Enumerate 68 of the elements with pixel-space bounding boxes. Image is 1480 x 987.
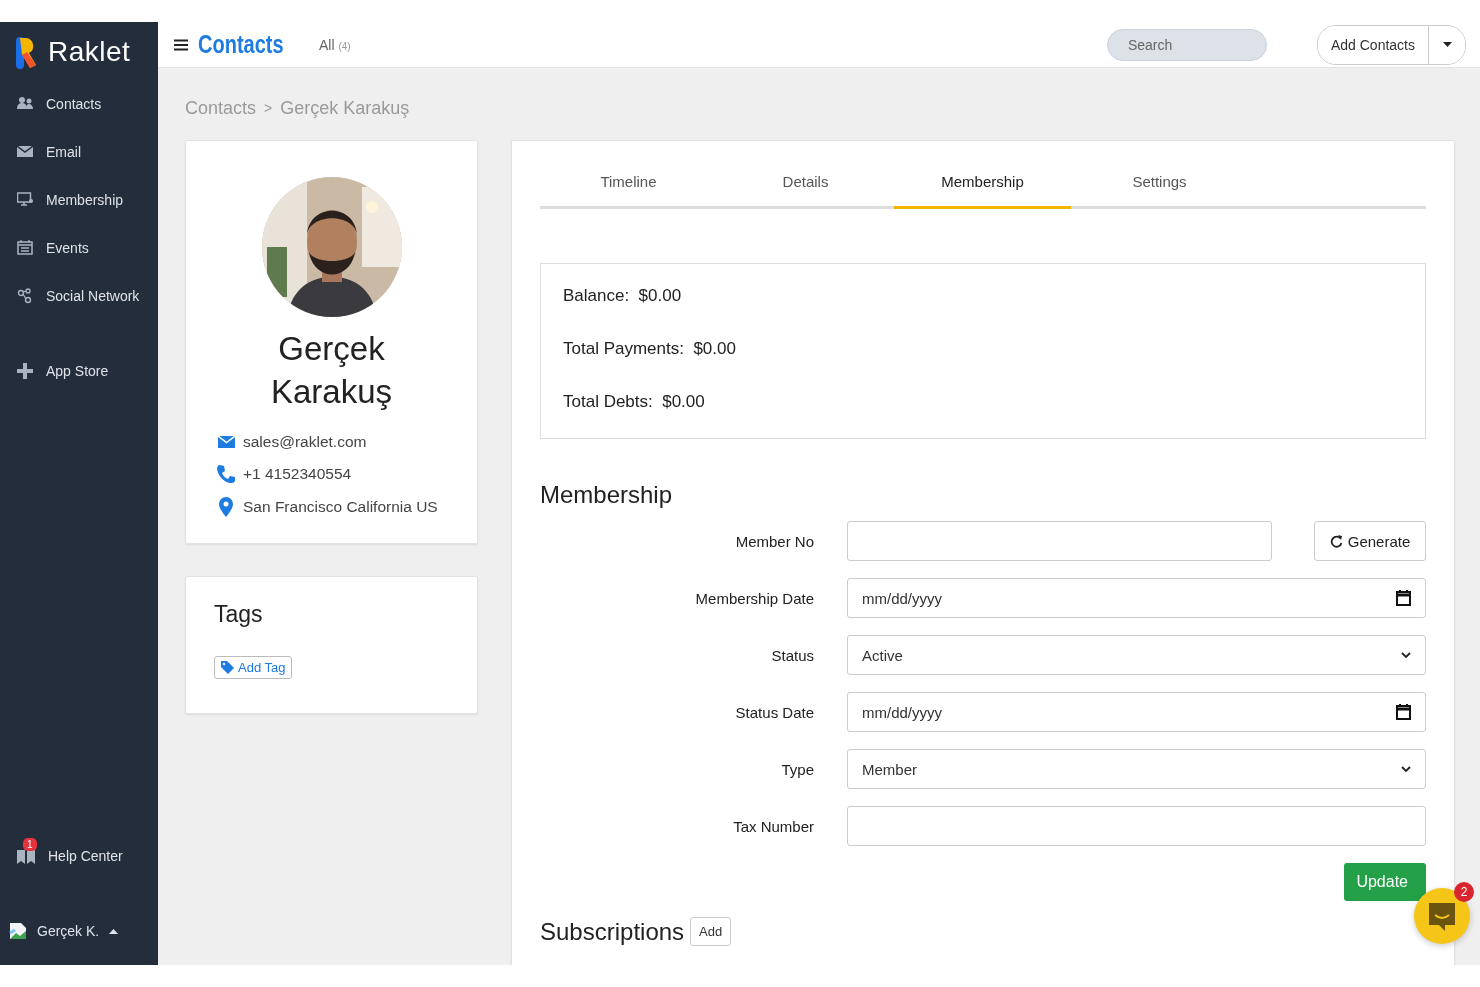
calendar-icon [17, 240, 33, 256]
input-field[interactable] [847, 806, 1426, 846]
nav-item[interactable]: Social Network [0, 272, 158, 320]
notification-badge: 1 [23, 838, 37, 851]
section-title: Subscriptions [540, 917, 685, 946]
address-text: San Francisco California US [243, 498, 438, 516]
tab[interactable]: Timeline [540, 163, 717, 209]
section-title: Membership [540, 481, 674, 509]
tab[interactable]: Settings [1071, 163, 1248, 209]
chevron-down-icon [1401, 651, 1411, 659]
chat-icon [1427, 901, 1457, 931]
breadcrumb-current: Gerçek Karakuş [280, 97, 410, 119]
select-field[interactable]: Member [847, 749, 1426, 789]
refresh-icon [1329, 534, 1343, 548]
monitor-icon [17, 192, 33, 208]
help-center-link[interactable]: 1 Help Center [0, 832, 158, 880]
add-contacts-button[interactable]: Add Contacts [1317, 25, 1429, 64]
filter-link[interactable]: All (4) [318, 36, 351, 53]
field-label: Member No [734, 532, 814, 550]
phone-icon [217, 465, 235, 483]
balance-line: Total Debts: $0.00 [563, 392, 706, 412]
logo-icon [14, 35, 38, 69]
envelope-icon [217, 436, 235, 448]
field-label: Tax Number [732, 817, 814, 835]
tab[interactable]: Details [717, 163, 894, 209]
nav-item[interactable]: App Store [0, 347, 158, 395]
date-field[interactable]: mm/dd/yyyy [847, 578, 1426, 618]
generate-button[interactable]: Generate [1314, 521, 1426, 561]
envelope-icon [17, 144, 33, 160]
tag-icon [221, 661, 234, 674]
balance-line: Balance: $0.00 [563, 286, 683, 306]
input-field[interactable] [847, 521, 1272, 561]
book-icon [17, 848, 35, 864]
user-menu[interactable]: Gerçek K. [0, 907, 158, 955]
nav-item[interactable]: Events [0, 224, 158, 272]
caret-down-icon [1442, 42, 1452, 47]
plus-icon [17, 363, 33, 379]
card-title: Tags [214, 601, 264, 628]
balance-line: Total Payments: $0.00 [563, 339, 737, 359]
date-field[interactable]: mm/dd/yyyy [847, 692, 1426, 732]
nav-item[interactable]: Email [0, 128, 158, 176]
notification-badge: 2 [1454, 882, 1474, 902]
add-tag-button[interactable]: Add Tag [214, 656, 293, 679]
add-button[interactable]: Add [690, 917, 732, 946]
field-label: Status [770, 646, 814, 664]
calendar-icon [1396, 590, 1411, 606]
field-label: Type [780, 760, 814, 778]
breadcrumb-separator: > [264, 100, 273, 116]
brand-name: Raklet [48, 36, 131, 68]
nav-item[interactable]: Contacts [0, 80, 158, 128]
select-field[interactable]: Active [847, 635, 1426, 675]
email-address: sales@raklet.com [243, 433, 367, 451]
broken-image-icon [9, 922, 27, 940]
search-field[interactable]: Search [1106, 28, 1267, 61]
caret-up-icon [109, 928, 119, 934]
contact-name: Gerçek Karakuş [269, 329, 394, 412]
nav-item[interactable]: Membership [0, 176, 158, 224]
page-title: Contacts [198, 30, 284, 59]
field-label: Status Date [734, 703, 814, 721]
map-pin-icon [219, 497, 233, 517]
phone-number: +1 4152340554 [243, 465, 352, 483]
people-icon [17, 96, 33, 112]
menu-icon [174, 38, 188, 51]
tab[interactable]: Membership [894, 163, 1071, 209]
chevron-down-icon [1401, 765, 1411, 773]
field-label: Membership Date [694, 589, 814, 607]
calendar-icon [1396, 704, 1411, 720]
share-icon [17, 288, 33, 304]
